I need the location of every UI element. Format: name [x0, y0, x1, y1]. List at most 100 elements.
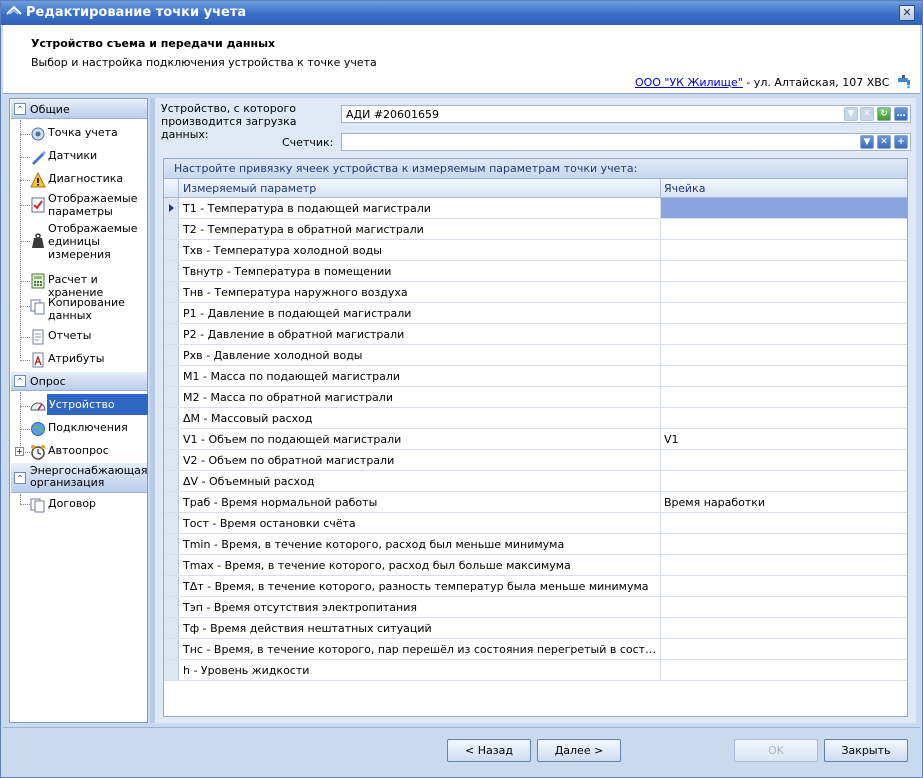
table-row[interactable]: M2 - Масса по обратной магистрали [164, 387, 907, 408]
device-cell-select[interactable] [661, 261, 907, 281]
row-indicator[interactable] [164, 555, 179, 575]
device-cell-select[interactable] [661, 660, 907, 680]
device-cell-select[interactable]: Время наработки [661, 492, 907, 512]
dropdown-chevron-icon[interactable]: ▼ [860, 135, 874, 149]
device-cell-select[interactable] [661, 639, 907, 659]
column-header-parameter[interactable]: Измеряемый параметр [183, 182, 316, 195]
parameter-cell[interactable]: Tвнутр - Температура в помещении [183, 265, 657, 278]
table-row[interactable]: Tэп - Время отсутствия электропитания [164, 597, 907, 618]
parameter-cell[interactable]: T2 - Температура в обратной магистрали [183, 223, 657, 236]
parameter-cell[interactable]: Pxв - Давление холодной воды [183, 349, 657, 362]
table-row[interactable]: P1 - Давление в подающей магистрали [164, 303, 907, 324]
device-cell-select[interactable] [661, 240, 907, 260]
parameter-cell[interactable]: Tmin - Время, в течение которого, расход… [183, 538, 657, 551]
close-button[interactable]: Закрыть [824, 739, 908, 762]
device-cell-select[interactable] [661, 618, 907, 638]
nav-group-energy-supplier[interactable]: ⌃ Энергоснабжающая организация [11, 463, 148, 493]
row-indicator[interactable] [164, 198, 179, 218]
row-indicator[interactable] [164, 450, 179, 470]
row-indicator[interactable] [164, 534, 179, 554]
parameter-cell[interactable]: Tэп - Время отсутствия электропитания [183, 601, 657, 614]
row-indicator[interactable] [164, 639, 179, 659]
table-row[interactable]: Tраб - Время нормальной работы Время нара… [164, 492, 907, 513]
table-row[interactable]: Tвнутр - Температура в помещении [164, 261, 907, 282]
counter-select[interactable]: ▼ ✕ + [341, 133, 911, 151]
parameter-cell[interactable]: Tmax - Время, в течение которого, расход… [183, 559, 657, 572]
table-row[interactable]: Tф - Время действия нештатных ситуаций [164, 618, 907, 639]
device-cell-select[interactable] [661, 471, 907, 491]
parameter-cell[interactable]: Tраб - Время нормальной работы [183, 496, 657, 509]
table-row[interactable]: Tнв - Температура наружного воздуха [164, 282, 907, 303]
table-row[interactable]: V1 - Объем по подающей магистрали V1 [164, 429, 907, 450]
next-button[interactable]: Далее > [537, 739, 621, 762]
parameter-cell[interactable]: M1 - Масса по подающей магистрали [183, 370, 657, 383]
ok-button[interactable]: OK [734, 739, 818, 762]
row-indicator[interactable] [164, 303, 179, 323]
close-window-button[interactable]: ✕ [899, 5, 915, 21]
more-options-icon[interactable]: … [894, 107, 908, 121]
nav-group-polling[interactable]: ⌃ Опрос [11, 372, 147, 391]
table-row[interactable]: T2 - Температура в обратной магистрали [164, 219, 907, 240]
parameter-cell[interactable]: Tнс - Время, в течение которого, пар пер… [183, 643, 657, 656]
table-row[interactable]: P2 - Давление в обратной магистрали [164, 324, 907, 345]
dropdown-chevron-icon[interactable]: ▼ [844, 107, 858, 121]
parameter-cell[interactable]: h - Уровень жидкости [183, 664, 657, 677]
device-cell-select[interactable] [661, 366, 907, 386]
parameter-cell[interactable]: Txв - Температура холодной воды [183, 244, 657, 257]
table-row[interactable]: Tнс - Время, в течение которого, пар пер… [164, 639, 907, 660]
column-divider[interactable] [660, 179, 661, 198]
collapse-icon[interactable]: ⌃ [14, 472, 26, 484]
row-indicator[interactable] [164, 408, 179, 428]
row-indicator[interactable] [164, 576, 179, 596]
table-row[interactable]: V2 - Объем по обратной магистрали [164, 450, 907, 471]
parameter-cell[interactable]: P2 - Давление в обратной магистрали [183, 328, 657, 341]
row-indicator[interactable] [164, 219, 179, 239]
expand-icon[interactable]: + [15, 447, 24, 456]
table-row[interactable]: Tmin - Время, в течение которого, расход… [164, 534, 907, 555]
parameter-cell[interactable]: Tнв - Температура наружного воздуха [183, 286, 657, 299]
device-cell-select[interactable] [661, 597, 907, 617]
device-select[interactable]: АДИ #20601659 ▼ ✕ ↻ … [341, 105, 911, 123]
parameter-cell[interactable]: T1 - Температура в подающей магистрали [183, 202, 657, 215]
row-indicator[interactable] [164, 660, 179, 680]
column-header-cell[interactable]: Ячейка [664, 182, 705, 195]
row-indicator[interactable] [164, 618, 179, 638]
title-bar[interactable]: Редактирование точки учета ✕ [1, 1, 922, 25]
device-cell-select[interactable] [661, 219, 907, 239]
table-row[interactable]: ΔV - Объемный расход [164, 471, 907, 492]
clear-icon[interactable]: ✕ [877, 135, 891, 149]
device-cell-select[interactable] [661, 450, 907, 470]
device-cell-select[interactable] [661, 282, 907, 302]
device-cell-select[interactable]: V1 [661, 429, 907, 449]
parameter-cell[interactable]: TΔт - Время, в течение которого, разност… [183, 580, 657, 593]
row-indicator[interactable] [164, 387, 179, 407]
table-row[interactable]: M1 - Масса по подающей магистрали [164, 366, 907, 387]
parameter-cell[interactable]: P1 - Давление в подающей магистрали [183, 307, 657, 320]
table-row[interactable]: Pxв - Давление холодной воды [164, 345, 907, 366]
device-cell-select[interactable] [661, 324, 907, 344]
table-row[interactable]: Tmax - Время, в течение которого, расход… [164, 555, 907, 576]
device-cell-select[interactable] [661, 534, 907, 554]
clear-icon[interactable]: ✕ [860, 107, 874, 121]
device-cell-select[interactable] [661, 555, 907, 575]
table-row[interactable]: ΔM - Массовый расход [164, 408, 907, 429]
parameter-cell[interactable]: V2 - Объем по обратной магистрали [183, 454, 657, 467]
device-cell-select[interactable] [661, 576, 907, 596]
organization-link[interactable]: ООО "УК Жилище" [635, 76, 743, 89]
parameter-cell[interactable]: ΔM - Массовый расход [183, 412, 657, 425]
row-indicator[interactable] [164, 513, 179, 533]
row-indicator[interactable] [164, 282, 179, 302]
add-icon[interactable]: + [894, 135, 908, 149]
device-cell-select[interactable] [661, 345, 907, 365]
parameter-cell[interactable]: V1 - Объем по подающей магистрали [183, 433, 657, 446]
row-indicator[interactable] [164, 240, 179, 260]
parameter-cell[interactable]: Tф - Время действия нештатных ситуаций [183, 622, 657, 635]
table-row[interactable]: Txв - Температура холодной воды [164, 240, 907, 261]
row-indicator[interactable] [164, 345, 179, 365]
device-cell-select[interactable] [661, 513, 907, 533]
table-row[interactable]: TΔт - Время, в течение которого, разност… [164, 576, 907, 597]
row-indicator[interactable] [164, 597, 179, 617]
table-row[interactable]: T1 - Температура в подающей магистрали [164, 198, 907, 219]
table-row[interactable]: Tост - Время остановки счёта [164, 513, 907, 534]
device-cell-select[interactable] [661, 387, 907, 407]
